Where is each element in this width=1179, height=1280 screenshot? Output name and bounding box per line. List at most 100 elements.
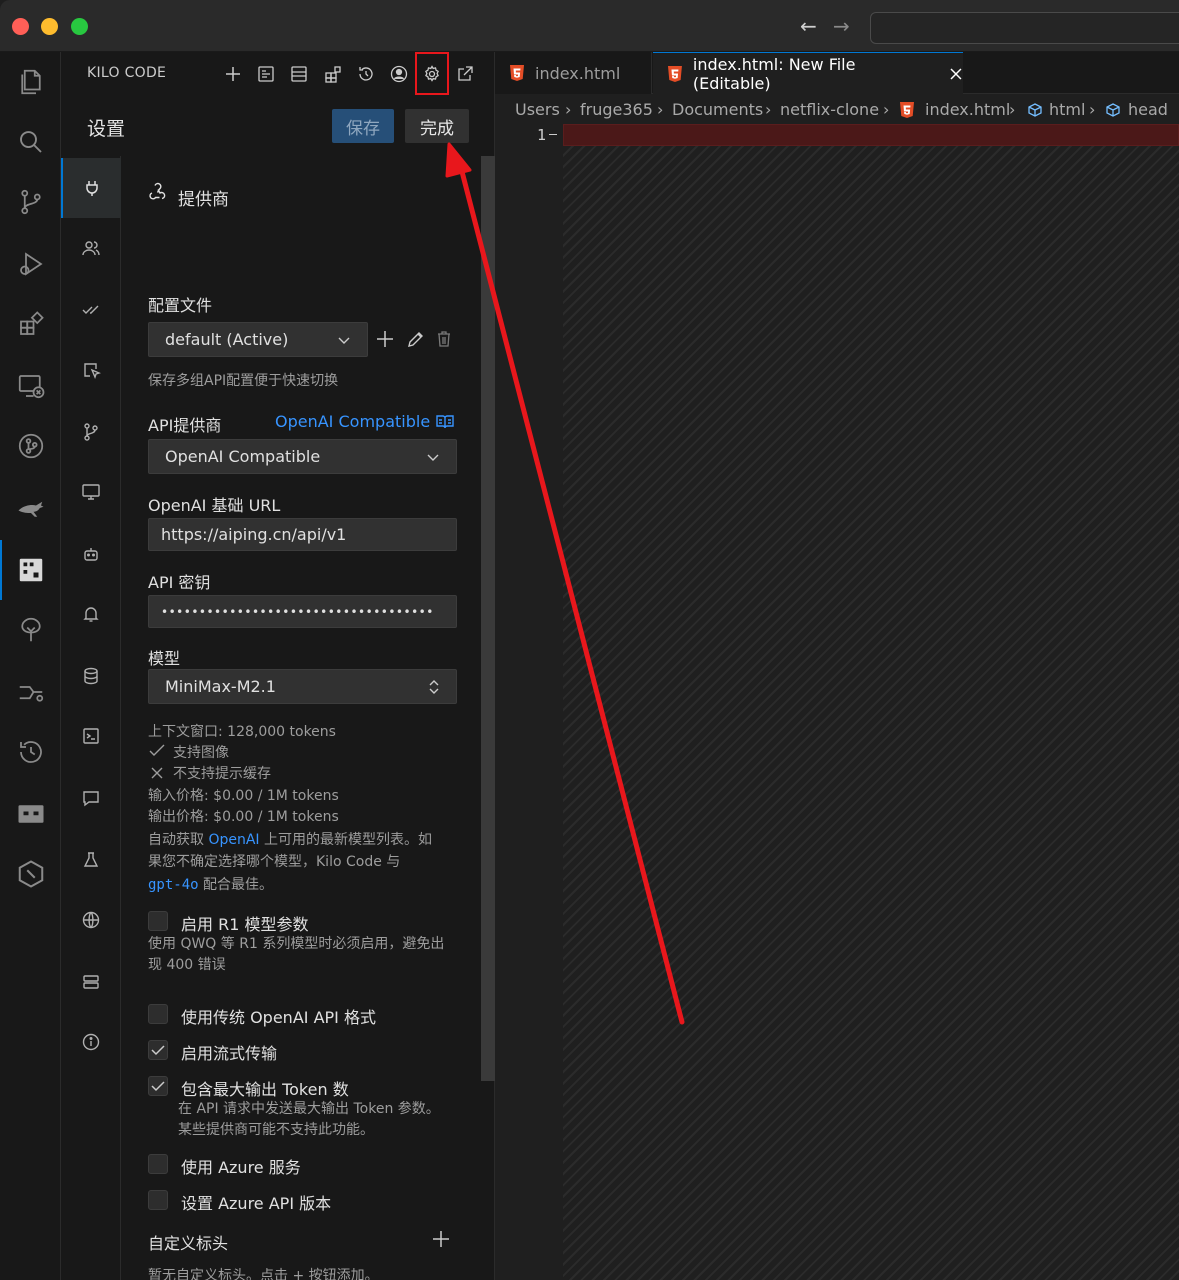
check-icon (148, 743, 166, 763)
tab-ghost[interactable] (61, 524, 121, 584)
tab-terminal[interactable] (61, 706, 121, 766)
mcp-servers-icon[interactable] (287, 62, 311, 86)
tree-icon[interactable] (0, 604, 61, 656)
breadcrumb-index-html[interactable]: index.html (925, 100, 1010, 119)
streaming-checkbox[interactable] (148, 1040, 168, 1060)
rename-profile-icon[interactable] (406, 329, 426, 353)
api-provider-docs-link[interactable]: OpenAI Compatible (275, 412, 430, 431)
add-profile-icon[interactable] (375, 329, 395, 353)
tab-about[interactable] (61, 1012, 121, 1072)
model-select[interactable]: MiniMax-M2.1 (148, 669, 457, 704)
panel-title: KILO CODE (87, 65, 167, 81)
azure-checkbox[interactable] (148, 1154, 168, 1174)
profile-hint: 保存多组API配置便于快速切换 (148, 373, 339, 389)
add-header-icon[interactable] (431, 1229, 451, 1253)
profile-select[interactable]: default (Active) (148, 322, 368, 357)
tab-providers[interactable] (61, 158, 121, 218)
workflow-icon[interactable] (0, 666, 61, 718)
hexagon-extension-icon[interactable] (0, 848, 61, 900)
auto-fetch-text-2: 上可用的最新模型列表。如 (259, 832, 433, 848)
open-in-editor-icon[interactable] (453, 62, 477, 86)
settings-title: 设置 (87, 118, 126, 140)
kangaroo-icon[interactable] (0, 482, 61, 534)
breadcrumb-netflix-clone[interactable]: netflix-clone (780, 100, 879, 119)
kilo-code-icon[interactable] (0, 540, 61, 600)
tab-notifications[interactable] (61, 584, 121, 644)
provider-settings-content: 提供商 配置文件 default (Active) 保存多组API配置便于快速切… (121, 156, 495, 1280)
git-graph-icon[interactable] (0, 420, 61, 472)
close-window-button[interactable] (12, 18, 29, 35)
azure-version-label: 设置 Azure API 版本 (181, 1194, 332, 1213)
search-icon[interactable] (0, 116, 61, 168)
command-center-search[interactable] (870, 12, 1179, 44)
tab-index-html-label: index.html (535, 63, 621, 83)
tab-index-html[interactable]: index.html (495, 52, 652, 94)
book-icon[interactable] (435, 412, 455, 436)
element-cube-icon (1106, 103, 1120, 117)
marketplace-icon[interactable] (321, 62, 345, 86)
breadcrumb-users[interactable]: Users (515, 100, 560, 119)
legacy-format-label: 使用传统 OpenAI API 格式 (181, 1008, 376, 1027)
history-icon[interactable] (354, 62, 378, 86)
breadcrumb-fruge365[interactable]: fruge365 (580, 100, 653, 119)
tab-prompts[interactable] (61, 768, 121, 828)
account-icon[interactable] (387, 62, 411, 86)
breadcrumb-head[interactable]: head (1128, 100, 1168, 119)
chevron-down-icon (338, 337, 350, 344)
tab-mcp-servers[interactable] (61, 952, 121, 1012)
delete-profile-icon[interactable] (434, 329, 454, 353)
breadcrumb-html[interactable]: html (1049, 100, 1085, 119)
timeline-history-icon[interactable] (0, 726, 61, 778)
tab-display[interactable] (61, 462, 121, 522)
tab-checkpoints[interactable] (61, 402, 121, 462)
api-provider-select[interactable]: OpenAI Compatible (148, 439, 457, 474)
prompts-icon[interactable] (254, 62, 278, 86)
line-number: 1 (537, 126, 547, 144)
legacy-format-checkbox[interactable] (148, 1004, 168, 1024)
tab-context[interactable] (61, 646, 121, 706)
azure-label: 使用 Azure 服务 (181, 1158, 301, 1177)
tab-auto-approve[interactable] (61, 280, 121, 340)
settings-nav (61, 156, 121, 1280)
check-icon (151, 1045, 165, 1056)
max-tokens-hint-1: 在 API 请求中发送最大输出 Token 参数。 (178, 1101, 440, 1117)
chevron-right-icon: › (883, 100, 890, 119)
gpt-4o-link[interactable]: gpt-4o (148, 877, 199, 893)
close-tab-icon[interactable] (949, 67, 963, 81)
breadcrumb-documents[interactable]: Documents (672, 100, 763, 119)
settings-scrollbar[interactable] (481, 156, 495, 1081)
tab-browser[interactable] (61, 340, 121, 400)
openai-link[interactable]: OpenAI (208, 832, 259, 848)
prompt-cache-info: 不支持提示缓存 (173, 766, 271, 782)
tab-language[interactable] (61, 890, 121, 950)
chevron-right-icon: › (1009, 100, 1016, 119)
back-arrow-icon[interactable]: ← (800, 14, 817, 38)
editor-line-1[interactable] (563, 124, 1179, 146)
x-icon (150, 765, 164, 784)
done-button[interactable]: 完成 (405, 109, 469, 143)
run-debug-icon[interactable] (0, 238, 61, 290)
explorer-icon[interactable] (0, 56, 61, 108)
max-tokens-checkbox[interactable] (148, 1076, 168, 1096)
extensions-icon[interactable] (0, 298, 61, 350)
source-control-icon[interactable] (0, 176, 61, 228)
window-titlebar: ← → (0, 0, 1179, 52)
save-button[interactable]: 保存 (332, 109, 394, 143)
api-key-value: •••••••••••••••••••••••••••••••••••• (161, 604, 434, 619)
minimize-window-button[interactable] (41, 18, 58, 35)
tab-modes[interactable] (61, 218, 121, 278)
tab-experimental[interactable] (61, 830, 121, 890)
r1-params-checkbox[interactable] (148, 911, 168, 931)
base-url-input[interactable]: https://aiping.cn/api/v1 (148, 518, 457, 551)
supports-images-info: 支持图像 (173, 745, 229, 761)
remote-explorer-icon[interactable] (0, 360, 61, 412)
api-key-input[interactable]: •••••••••••••••••••••••••••••••••••• (148, 595, 457, 628)
azure-version-checkbox[interactable] (148, 1190, 168, 1210)
chevron-right-icon: › (657, 100, 664, 119)
forward-arrow-icon[interactable]: → (833, 14, 850, 38)
terminal-panel-icon[interactable] (0, 788, 61, 840)
plus-icon[interactable] (221, 62, 245, 86)
tab-index-html-new-file[interactable]: index.html: New File (Editable) (653, 52, 963, 94)
html5-icon (510, 65, 524, 81)
zoom-window-button[interactable] (71, 18, 88, 35)
